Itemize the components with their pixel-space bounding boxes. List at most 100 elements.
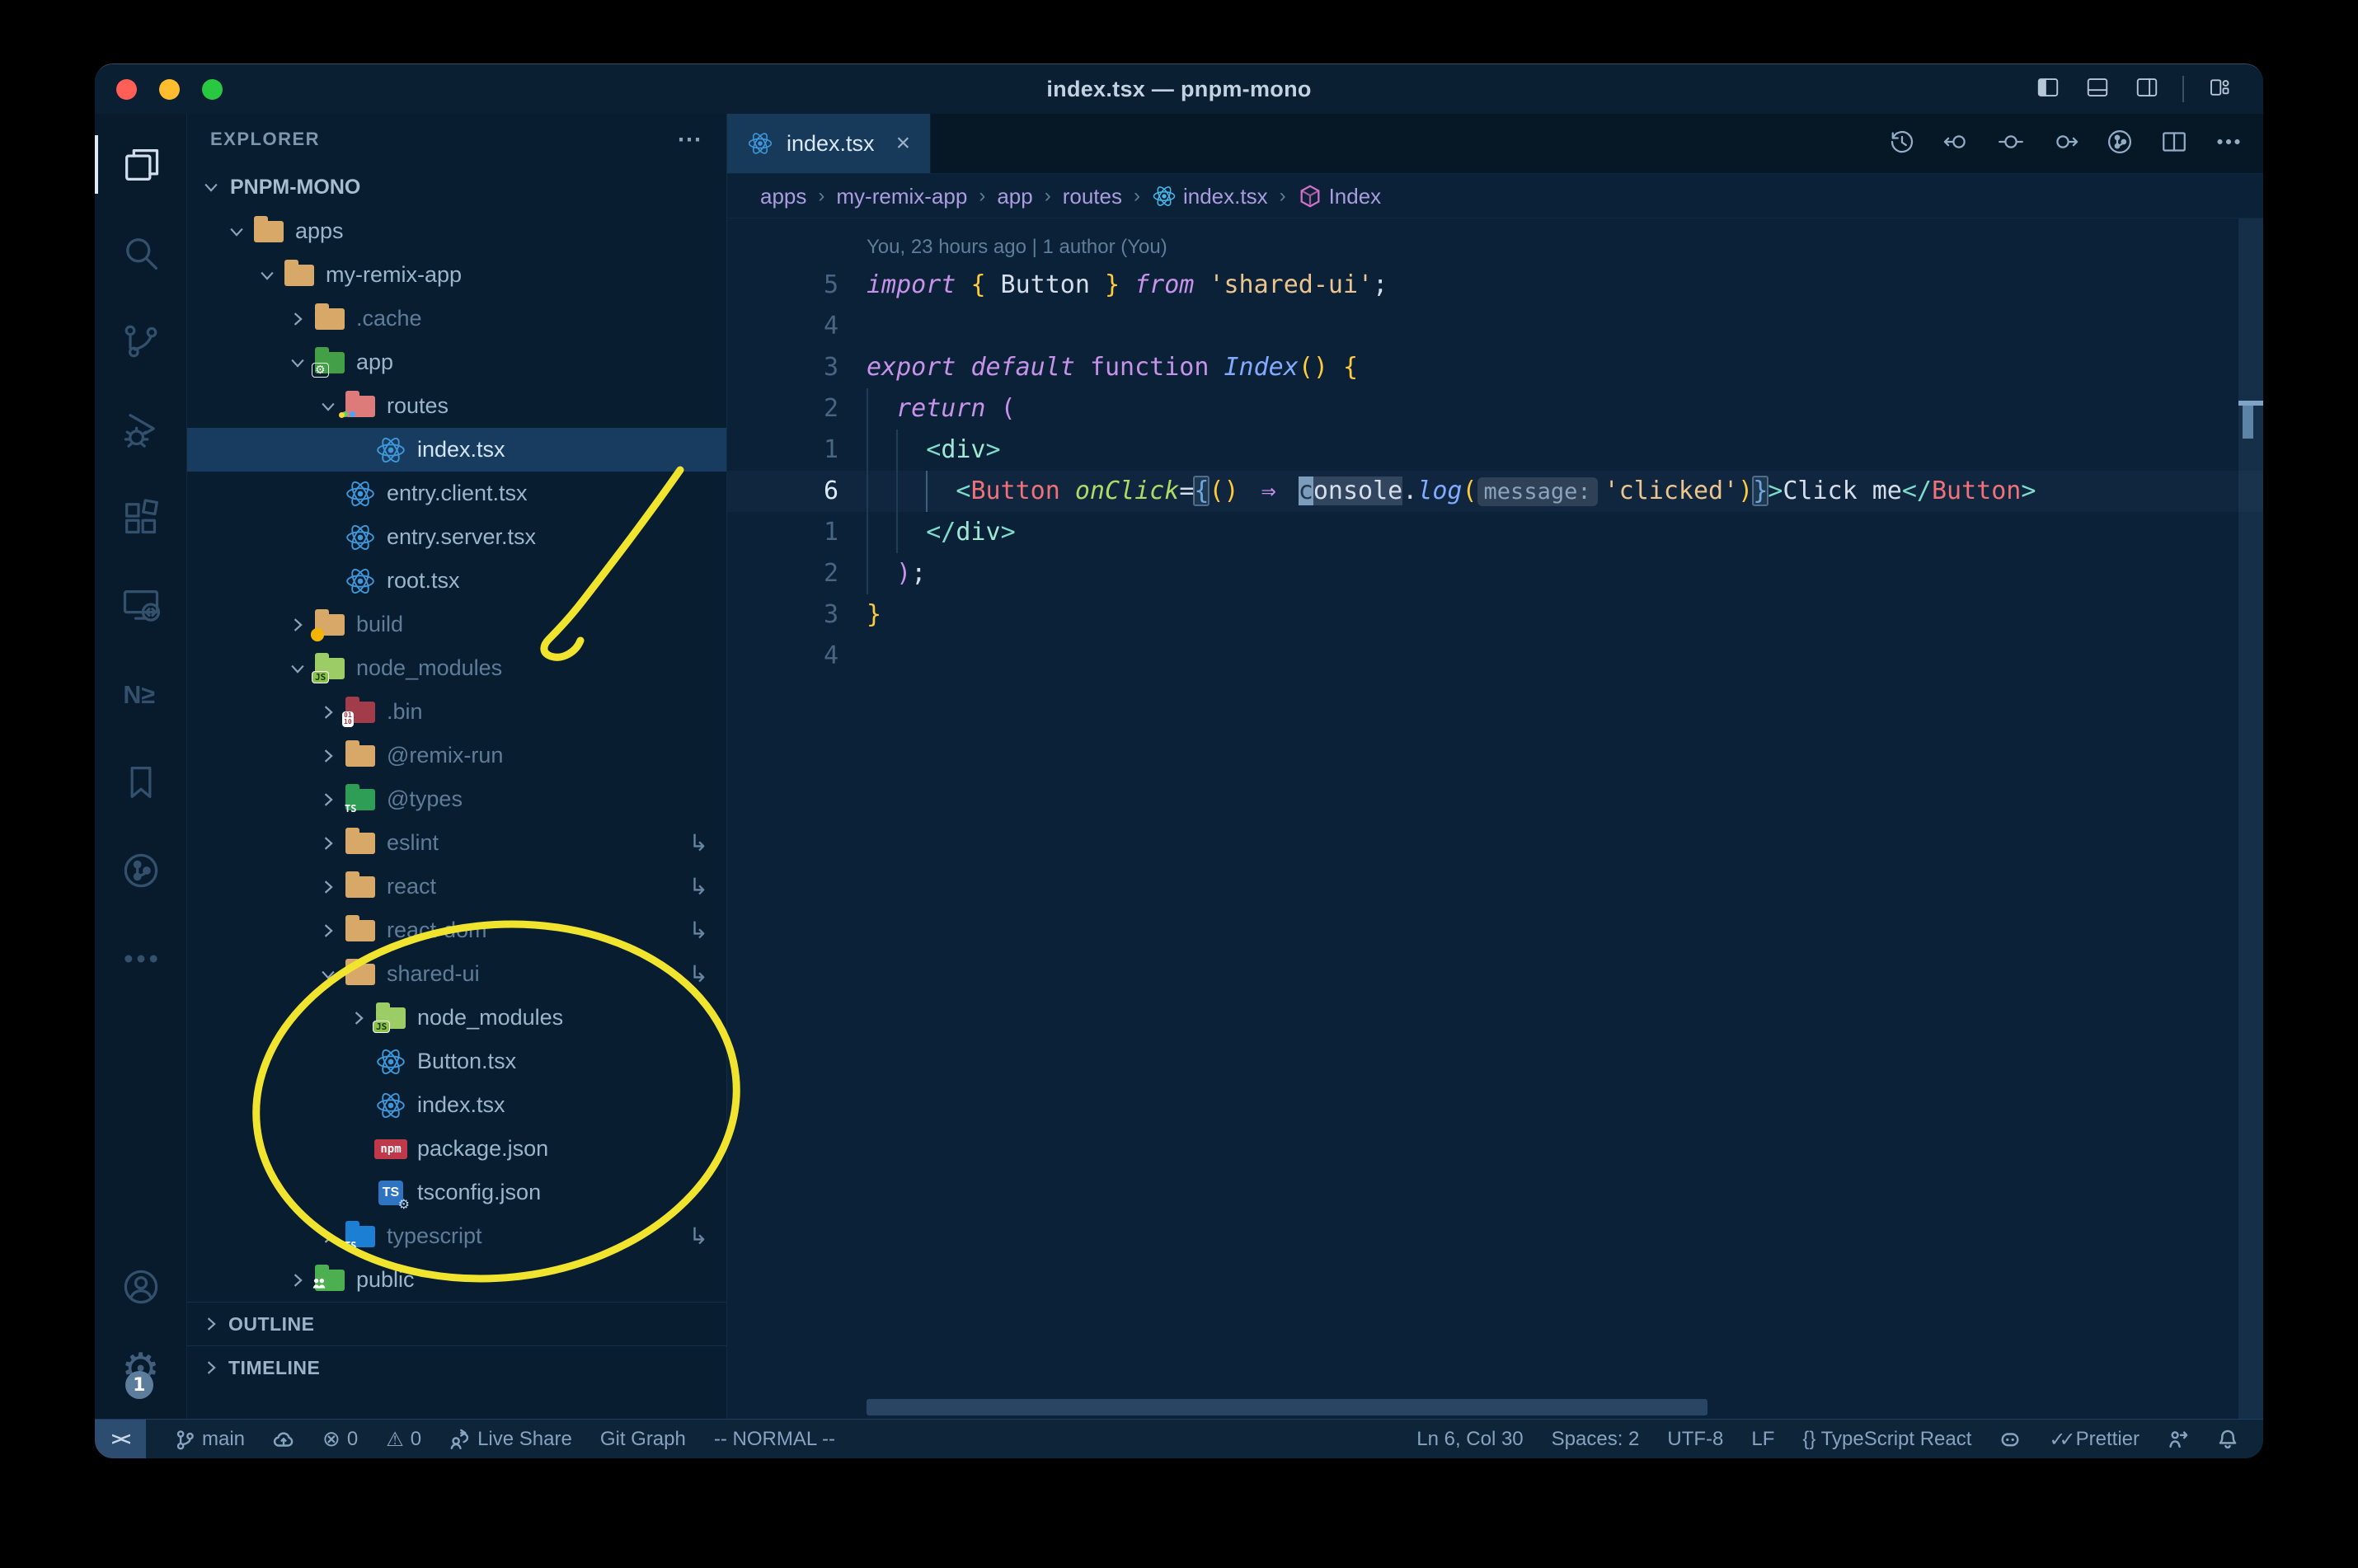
activity-git-graph-icon[interactable] <box>95 826 186 914</box>
activity-search-icon[interactable] <box>95 209 186 297</box>
tree-item-entry-client-tsx[interactable]: entry.client.tsx <box>187 472 726 515</box>
tree-item-routes[interactable]: routes <box>187 384 726 428</box>
tree-item-build[interactable]: ● build <box>187 603 726 646</box>
code-line-3[interactable]: 3 } <box>727 594 2263 636</box>
more-actions-icon[interactable] <box>2214 127 2243 161</box>
account-icon[interactable] <box>95 1246 186 1328</box>
activity-remote-explorer-icon[interactable] <box>95 561 186 650</box>
code-line-1[interactable]: 1 </div> <box>727 512 2263 553</box>
views-more-icon[interactable]: ⋯ <box>677 125 703 154</box>
tree-item-react-dom[interactable]: react-dom ↳ <box>187 908 726 952</box>
status-eol[interactable]: LF <box>1751 1428 1774 1451</box>
tree-item-public[interactable]: public <box>187 1258 726 1302</box>
activity-additional-views-icon[interactable] <box>95 914 186 1002</box>
tree-item-node-modules[interactable]: JS node_modules <box>187 996 726 1040</box>
activity-nx-console-icon[interactable]: N≥ <box>95 650 186 738</box>
sidebar-section-timeline[interactable]: TIMELINE <box>187 1345 726 1389</box>
tree-item-typescript[interactable]: TS typescript ↳ <box>187 1214 726 1258</box>
code-line-5[interactable]: 5 import { Button } from 'shared-ui'; <box>727 265 2263 306</box>
tree-item--cache[interactable]: .cache <box>187 297 726 340</box>
vertical-scrollbar[interactable] <box>2238 218 2263 1419</box>
tree-item-shared-ui[interactable]: shared-ui ↳ <box>187 952 726 996</box>
tree-item-tsconfig-json[interactable]: TS ⚙ tsconfig.json <box>187 1171 726 1214</box>
minimize-window-button[interactable] <box>159 79 180 100</box>
code-line-3[interactable]: 3 export default function Index() { <box>727 347 2263 388</box>
zoom-window-button[interactable] <box>202 79 223 100</box>
tree-item-index-tsx[interactable]: index.tsx <box>187 1083 726 1127</box>
status-cursor-position[interactable]: Ln 6, Col 30 <box>1416 1428 1523 1451</box>
tree-item-button-tsx[interactable]: Button.tsx <box>187 1040 726 1083</box>
status-git-branch[interactable]: main <box>174 1428 245 1451</box>
tree-item-root-tsx[interactable]: root.tsx <box>187 559 726 603</box>
tree-item-eslint[interactable]: eslint ↳ <box>187 821 726 865</box>
status-feedback[interactable] <box>2168 1429 2189 1450</box>
toggle-secondary-sidebar-icon[interactable] <box>2133 75 2161 104</box>
toggle-primary-sidebar-icon[interactable] <box>2034 75 2062 104</box>
title-bar: index.tsx — pnpm-mono <box>95 64 2263 114</box>
folder-tan-icon <box>283 259 316 290</box>
code-line-2[interactable]: 2 ); <box>727 553 2263 594</box>
sidebar-section-outline[interactable]: OUTLINE <box>187 1302 726 1345</box>
close-window-button[interactable] <box>116 79 137 100</box>
breadcrumb-item[interactable]: apps <box>760 184 806 209</box>
git-graph-view-icon[interactable] <box>2105 127 2135 161</box>
tree-item-package-json[interactable]: npm package.json <box>187 1127 726 1171</box>
goto-change-icon[interactable] <box>1996 127 2026 161</box>
tree-item-react[interactable]: react ↳ <box>187 865 726 908</box>
code-editor[interactable]: You, 23 hours ago | 1 author (You) 5 imp… <box>727 218 2263 1419</box>
code-line-1[interactable]: 1 <div> <box>727 430 2263 471</box>
status-indentation[interactable]: Spaces: 2 <box>1552 1428 1640 1451</box>
code-line-6[interactable]: 6 <Button onClick={() ⇒ console.log(mess… <box>727 471 2263 512</box>
code-line-4[interactable]: 4 <box>727 636 2263 677</box>
status-copilot[interactable] <box>1999 1429 2021 1450</box>
status-prettier[interactable]: ✓✓ Prettier <box>2049 1428 2140 1451</box>
breadcrumb-item[interactable]: routes <box>1063 184 1122 209</box>
timeline-history-icon[interactable] <box>1887 127 1917 161</box>
breadcrumb-item[interactable]: index.tsx <box>1152 184 1268 209</box>
breadcrumb-item[interactable]: Index <box>1298 184 1381 209</box>
breadcrumb-item[interactable]: my-remix-app <box>836 184 967 209</box>
file-tree: apps my-remix-app .cache ⚙ app routes index.ts… <box>187 209 726 1302</box>
status-encoding[interactable]: UTF-8 <box>1667 1428 1723 1451</box>
tab-close-icon[interactable]: × <box>896 129 911 157</box>
tree-item-entry-server-tsx[interactable]: entry.server.tsx <box>187 515 726 559</box>
line-number: 4 <box>823 641 838 670</box>
split-editor-icon[interactable] <box>2159 127 2189 161</box>
project-root-row[interactable]: PNPM-MONO <box>187 165 726 209</box>
tree-item--types[interactable]: TS @types <box>187 777 726 821</box>
tree-item-index-tsx[interactable]: index.tsx <box>187 428 726 472</box>
status-language-mode[interactable]: {} TypeScript React <box>1802 1428 1971 1451</box>
tree-item-my-remix-app[interactable]: my-remix-app <box>187 253 726 297</box>
code-line-4[interactable]: 4 <box>727 306 2263 347</box>
settings-gear-icon[interactable]: ⚙ 1 <box>121 1328 160 1411</box>
activity-explorer-icon[interactable] <box>95 120 186 209</box>
gitlens-codelens[interactable]: You, 23 hours ago | 1 author (You) <box>727 230 2263 265</box>
tree-item--bin[interactable]: 01 10 .bin <box>187 690 726 734</box>
toggle-panel-icon[interactable] <box>2083 75 2111 104</box>
tree-item-node-modules[interactable]: JS node_modules <box>187 646 726 690</box>
remote-indicator-icon[interactable]: >< <box>95 1420 146 1458</box>
status-warnings[interactable]: ⚠ 0 <box>386 1428 421 1451</box>
next-change-icon[interactable] <box>2050 127 2080 161</box>
tree-item-app[interactable]: ⚙ app <box>187 340 726 384</box>
status-notifications[interactable] <box>2217 1429 2238 1450</box>
previous-change-icon[interactable] <box>1942 127 1971 161</box>
activity-source-control-icon[interactable] <box>95 297 186 385</box>
breadcrumb-item[interactable]: app <box>997 184 1032 209</box>
horizontal-scrollbar[interactable] <box>867 1399 1707 1415</box>
indent-guide <box>867 553 868 594</box>
activity-extensions-icon[interactable] <box>95 473 186 561</box>
customize-layout-icon[interactable] <box>2205 75 2234 104</box>
status-errors[interactable]: ⊗ 0 <box>322 1427 358 1452</box>
status-live-share[interactable]: Live Share <box>449 1428 572 1451</box>
code-line-2[interactable]: 2 return ( <box>727 388 2263 430</box>
tab-index-tsx[interactable]: index.tsx × <box>727 114 932 173</box>
status-git-graph[interactable]: Git Graph <box>600 1428 686 1451</box>
tree-item--remix-run[interactable]: @remix-run <box>187 734 726 777</box>
tree-item-apps[interactable]: apps <box>187 209 726 253</box>
activity-run-and-debug-icon[interactable] <box>95 385 186 473</box>
chevron-right-icon <box>287 1270 308 1291</box>
activity-bookmarks-icon[interactable] <box>95 738 186 826</box>
status-vim-mode[interactable]: -- NORMAL -- <box>714 1428 835 1451</box>
status-publish-changes[interactable] <box>273 1429 294 1450</box>
